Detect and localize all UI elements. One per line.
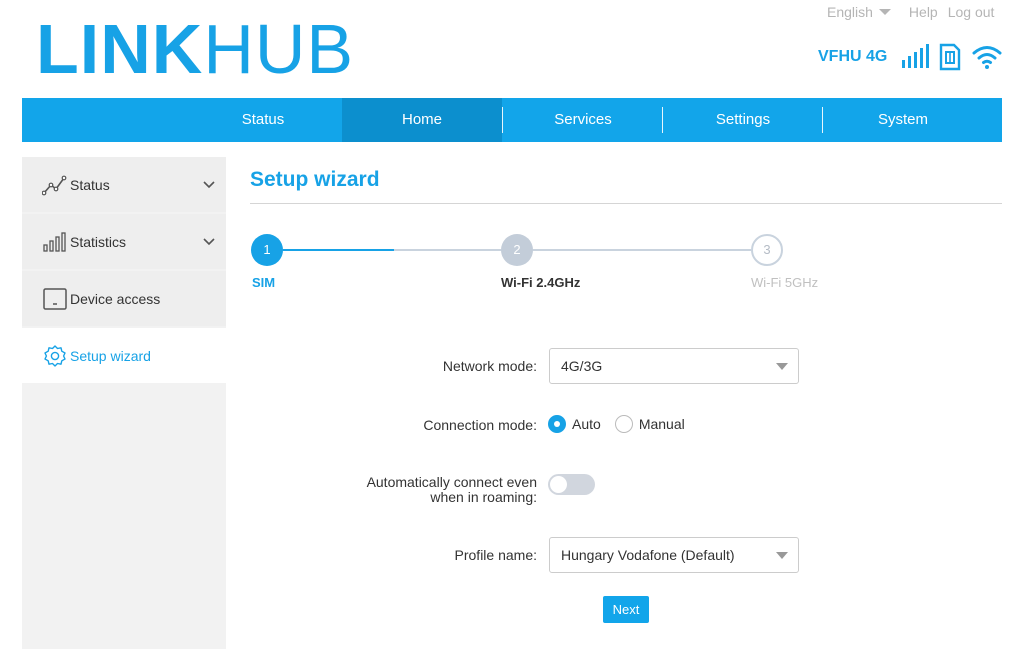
gear-icon xyxy=(44,344,66,367)
chevron-down-icon xyxy=(203,237,215,245)
dropdown-arrow-icon xyxy=(776,363,788,370)
linkhub-logo: LINKHUB xyxy=(36,10,355,88)
toggle-knob xyxy=(550,476,567,493)
sidebar: Status Statistics Device access Setup wi… xyxy=(22,157,226,649)
connection-mode-radios: Auto Manual xyxy=(548,415,685,433)
main-nav: Status Home Services Settings System xyxy=(22,98,1002,142)
roaming-label: Automatically connect even when in roami… xyxy=(287,475,537,505)
signal-bars-icon xyxy=(902,44,930,68)
connection-mode-label: Connection mode: xyxy=(423,417,537,433)
stepper-track xyxy=(394,249,501,251)
carrier-label: VFHU 4G xyxy=(818,48,888,65)
profile-name-label: Profile name: xyxy=(454,547,537,563)
step-1-label: SIM xyxy=(252,275,276,290)
tab-status[interactable]: Status xyxy=(183,98,343,142)
profile-name-select[interactable]: Hungary Vodafone (Default) xyxy=(549,537,799,573)
sidebar-item-statistics[interactable]: Statistics xyxy=(22,214,226,269)
caret-down-icon xyxy=(878,9,891,15)
sidebar-item-label: Setup wizard xyxy=(70,347,151,364)
language-select[interactable]: English xyxy=(827,4,891,20)
roaming-toggle[interactable] xyxy=(548,474,595,495)
sim-card-icon xyxy=(940,43,961,71)
sidebar-item-label: Device access xyxy=(70,290,161,307)
tab-services[interactable]: Services xyxy=(503,98,663,142)
radio-manual-label[interactable]: Manual xyxy=(639,416,685,432)
step-3-circle: 3 xyxy=(751,234,783,266)
radio-auto-label[interactable]: Auto xyxy=(572,416,601,432)
next-button[interactable]: Next xyxy=(603,596,649,623)
tab-settings[interactable]: Settings xyxy=(663,98,823,142)
sidebar-item-setup-wizard[interactable]: Setup wizard xyxy=(22,328,226,383)
profile-name-value: Hungary Vodafone (Default) xyxy=(561,547,735,563)
network-mode-label: Network mode: xyxy=(442,358,537,374)
roaming-label-line1: Automatically connect even xyxy=(366,474,537,490)
page-title: Setup wizard xyxy=(250,168,380,191)
step-2-label: Wi-Fi 2.4GHz xyxy=(501,275,581,290)
stepper-track xyxy=(533,249,751,251)
network-status: VFHU 4G xyxy=(818,42,1003,72)
chevron-down-icon xyxy=(203,180,215,188)
top-links: English Help Log out xyxy=(827,4,994,20)
radio-auto[interactable] xyxy=(548,415,566,433)
step-2-circle: 2 xyxy=(501,234,533,266)
tab-home[interactable]: Home xyxy=(342,98,502,142)
network-mode-value: 4G/3G xyxy=(561,358,603,374)
logout-link[interactable]: Log out xyxy=(948,4,995,20)
device-icon xyxy=(43,287,67,310)
language-label: English xyxy=(827,4,873,20)
wifi-icon xyxy=(972,46,1002,69)
help-link[interactable]: Help xyxy=(909,4,938,20)
sidebar-item-label: Status xyxy=(70,176,110,193)
sidebar-item-label: Statistics xyxy=(70,233,127,250)
stepper-progress xyxy=(283,249,394,251)
roaming-label-line2: when in roaming: xyxy=(430,489,537,505)
step-1-circle: 1 xyxy=(251,234,283,266)
bar-chart-icon xyxy=(43,231,66,252)
step-3-label: Wi-Fi 5GHz xyxy=(751,275,819,290)
network-mode-select[interactable]: 4G/3G xyxy=(549,348,799,384)
title-divider xyxy=(250,203,1002,204)
sidebar-item-device-access[interactable]: Device access xyxy=(22,271,226,326)
sidebar-item-status[interactable]: Status xyxy=(22,157,226,212)
line-chart-icon xyxy=(42,175,67,195)
dropdown-arrow-icon xyxy=(776,552,788,559)
radio-manual[interactable] xyxy=(614,415,633,433)
tab-system[interactable]: System xyxy=(823,98,983,142)
